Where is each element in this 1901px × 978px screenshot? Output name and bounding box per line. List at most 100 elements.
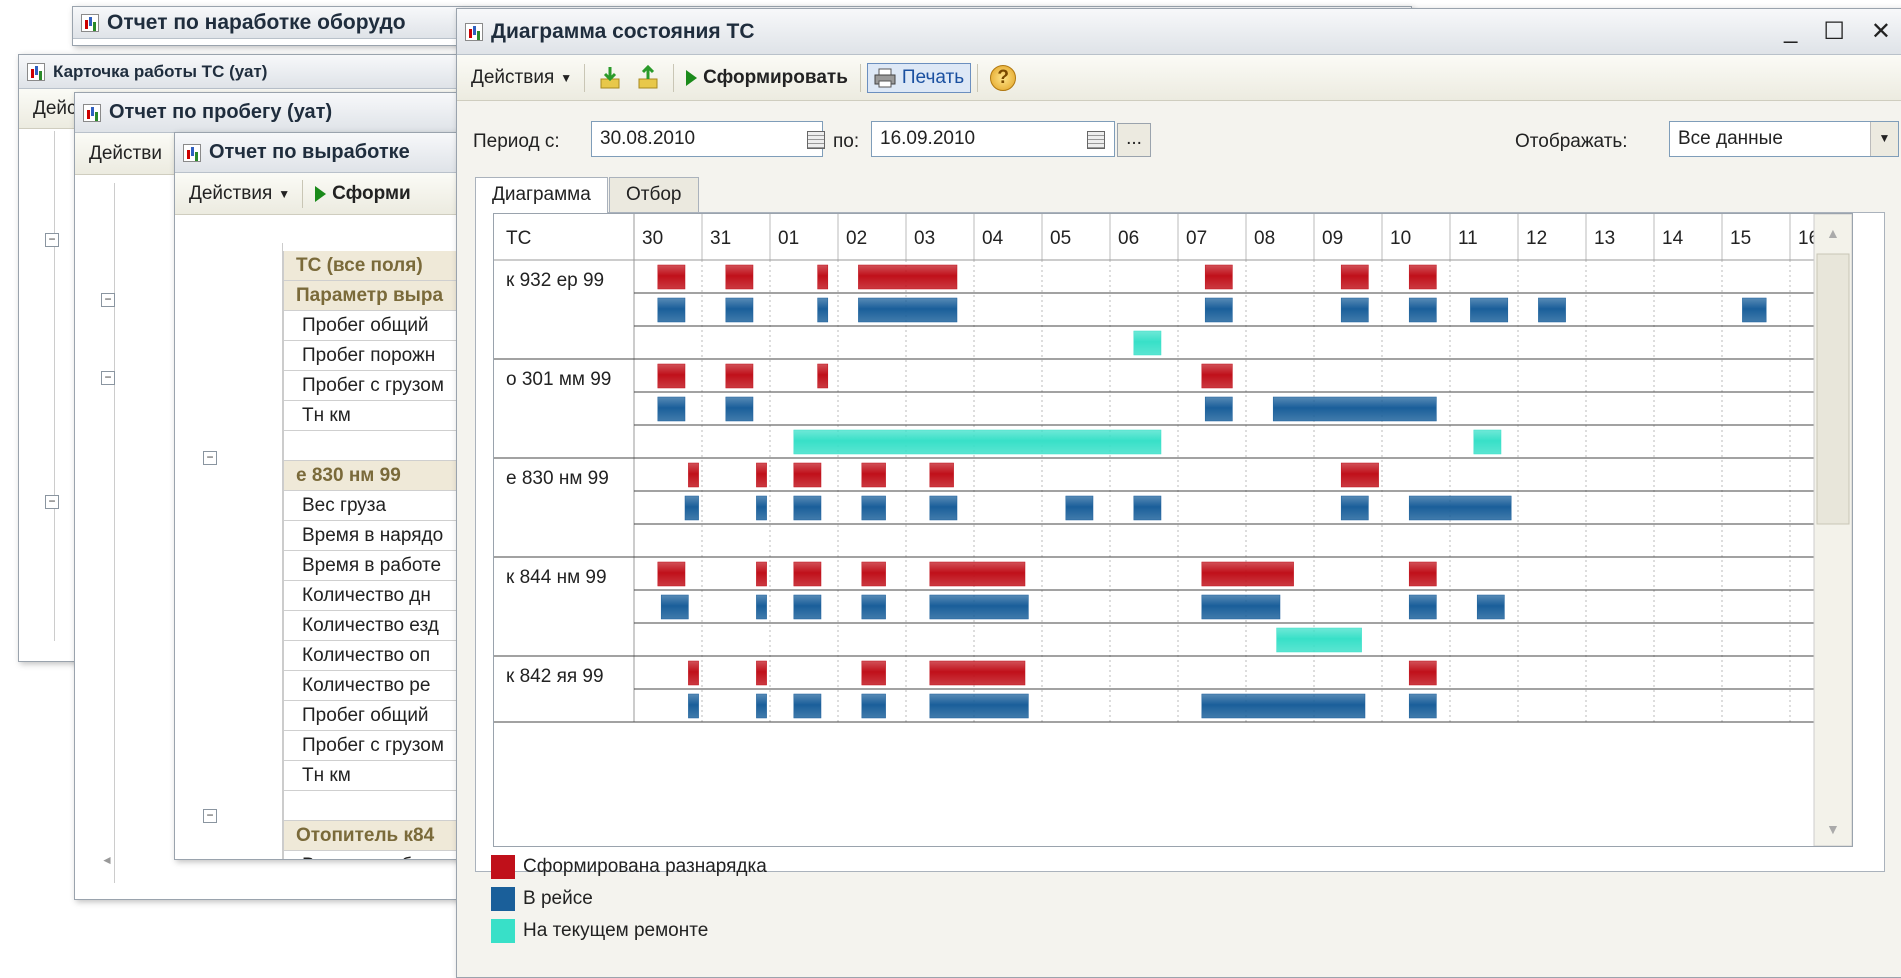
status-bar-trip[interactable]	[1538, 297, 1566, 323]
maximize-button[interactable]: ☐	[1823, 17, 1845, 46]
status-bar-trip[interactable]	[756, 693, 767, 719]
vehicle-status-titlebar[interactable]: Диаграмма состояния ТС _ ☐ ✕	[457, 9, 1901, 55]
status-bar-trip[interactable]	[1470, 297, 1509, 323]
status-bar-issued[interactable]	[1408, 660, 1437, 686]
period-more-button[interactable]: ...	[1117, 123, 1151, 157]
scrollbar-thumb[interactable]	[1816, 253, 1850, 525]
status-bar-issued[interactable]	[929, 462, 954, 488]
status-bar-trip[interactable]	[1272, 396, 1437, 422]
form-button[interactable]: Сформировать	[680, 64, 854, 92]
collapse-icon[interactable]: −	[45, 233, 59, 247]
vehicle-status-window[interactable]: Диаграмма состояния ТС _ ☐ ✕ Действия ▼ С…	[456, 8, 1901, 978]
status-bar-trip[interactable]	[929, 693, 1029, 719]
status-bar-trip[interactable]	[929, 594, 1029, 620]
status-bar-issued[interactable]	[861, 462, 886, 488]
export-settings-button[interactable]	[629, 62, 667, 94]
output-report-window[interactable]: Отчет по выработке Действия ▼ Сформи ТС (…	[174, 132, 494, 860]
collapse-icon[interactable]: −	[45, 495, 59, 509]
status-bar-repair[interactable]	[1276, 627, 1362, 653]
vehicle-card-titlebar[interactable]: Карточка работы ТС (уат)	[19, 55, 457, 89]
chevron-down-icon[interactable]: ▼	[1870, 122, 1898, 156]
status-bar-issued[interactable]	[1340, 462, 1379, 488]
scroll-down-icon[interactable]: ▼	[1826, 821, 1840, 837]
status-gantt-chart[interactable]: ТС 30 31 01 02 03 04 05 06 07 08 09 10 11 12 13 14 15 16 к …	[493, 213, 1853, 847]
status-bar-trip[interactable]	[793, 594, 822, 620]
print-button[interactable]: Печать	[866, 62, 972, 93]
scroll-up-icon[interactable]: ▲	[1826, 225, 1840, 241]
status-bar-trip[interactable]	[1204, 396, 1233, 422]
actions-button[interactable]: Действия ▼	[183, 180, 296, 208]
help-button[interactable]: ?	[984, 62, 1022, 94]
status-bar-trip[interactable]	[1408, 297, 1437, 323]
status-bar-trip[interactable]	[1408, 495, 1512, 521]
status-bar-trip[interactable]	[1408, 693, 1437, 719]
status-bar-issued[interactable]	[688, 462, 699, 488]
status-bar-trip[interactable]	[793, 495, 822, 521]
status-bar-trip[interactable]	[688, 693, 699, 719]
status-bar-trip[interactable]	[817, 297, 829, 323]
status-bar-trip[interactable]	[1204, 297, 1233, 323]
status-bar-issued[interactable]	[1340, 264, 1369, 290]
import-settings-button[interactable]	[591, 62, 629, 94]
status-bar-issued[interactable]	[1204, 264, 1233, 290]
period-to-field[interactable]: 16.09.2010	[871, 121, 1115, 157]
actions-button[interactable]: Действи	[83, 140, 168, 168]
close-button[interactable]: ✕	[1871, 17, 1891, 46]
status-bar-trip[interactable]	[861, 594, 886, 620]
status-bar-issued[interactable]	[725, 363, 754, 389]
status-bar-trip[interactable]	[861, 495, 886, 521]
status-bar-issued[interactable]	[688, 660, 699, 686]
calendar-icon[interactable]	[1087, 131, 1105, 149]
mileage-report-titlebar[interactable]: Отчет по пробегу (уат)	[75, 93, 493, 133]
collapse-icon[interactable]: −	[101, 293, 115, 307]
status-bar-trip[interactable]	[1476, 594, 1505, 620]
status-bar-issued[interactable]	[861, 660, 886, 686]
scroll-left-icon[interactable]: ◄	[101, 853, 113, 867]
status-bar-issued[interactable]	[657, 363, 686, 389]
status-bar-issued[interactable]	[793, 561, 822, 587]
status-bar-trip[interactable]	[1133, 495, 1162, 521]
status-bar-trip[interactable]	[1742, 297, 1767, 323]
status-bar-trip[interactable]	[657, 297, 686, 323]
status-bar-trip[interactable]	[725, 297, 754, 323]
status-bar-issued[interactable]	[725, 264, 754, 290]
status-bar-trip[interactable]	[861, 693, 886, 719]
status-bar-issued[interactable]	[817, 264, 829, 290]
status-bar-issued[interactable]	[756, 561, 767, 587]
status-bar-repair[interactable]	[793, 429, 1162, 455]
collapse-icon[interactable]: −	[203, 809, 217, 823]
status-bar-trip[interactable]	[1408, 594, 1437, 620]
status-bar-trip[interactable]	[1201, 594, 1281, 620]
status-bar-repair[interactable]	[1133, 330, 1162, 356]
status-bar-trip[interactable]	[725, 396, 754, 422]
status-bar-repair[interactable]	[1473, 429, 1502, 455]
display-select[interactable]: Все данные ▼	[1669, 121, 1899, 157]
collapse-icon[interactable]: −	[101, 371, 115, 385]
status-bar-issued[interactable]	[756, 462, 767, 488]
period-from-field[interactable]: 30.08.2010	[591, 121, 823, 157]
status-bar-trip[interactable]	[929, 495, 958, 521]
status-bar-trip[interactable]	[1340, 495, 1369, 521]
status-bar-trip[interactable]	[657, 396, 686, 422]
status-bar-issued[interactable]	[1408, 264, 1437, 290]
status-bar-issued[interactable]	[657, 264, 686, 290]
form-button[interactable]: Сформи	[309, 180, 417, 208]
status-bar-issued[interactable]	[1201, 561, 1294, 587]
status-bar-issued[interactable]	[657, 561, 686, 587]
status-bar-trip[interactable]	[1201, 693, 1366, 719]
output-report-titlebar[interactable]: Отчет по выработке	[175, 133, 493, 173]
status-bar-trip[interactable]	[1340, 297, 1369, 323]
tab-diagram[interactable]: Диаграмма	[475, 177, 608, 213]
status-bar-trip[interactable]	[756, 495, 767, 521]
status-bar-issued[interactable]	[861, 561, 886, 587]
minimize-button[interactable]: _	[1784, 17, 1797, 46]
calendar-icon[interactable]	[807, 131, 825, 149]
status-bar-trip[interactable]	[1065, 495, 1094, 521]
status-bar-trip[interactable]	[793, 693, 822, 719]
status-bar-issued[interactable]	[858, 264, 958, 290]
actions-button[interactable]: Действия ▼	[465, 64, 578, 92]
status-bar-issued[interactable]	[756, 660, 767, 686]
status-bar-issued[interactable]	[817, 363, 829, 389]
status-bar-trip[interactable]	[858, 297, 958, 323]
status-bar-trip[interactable]	[684, 495, 699, 521]
